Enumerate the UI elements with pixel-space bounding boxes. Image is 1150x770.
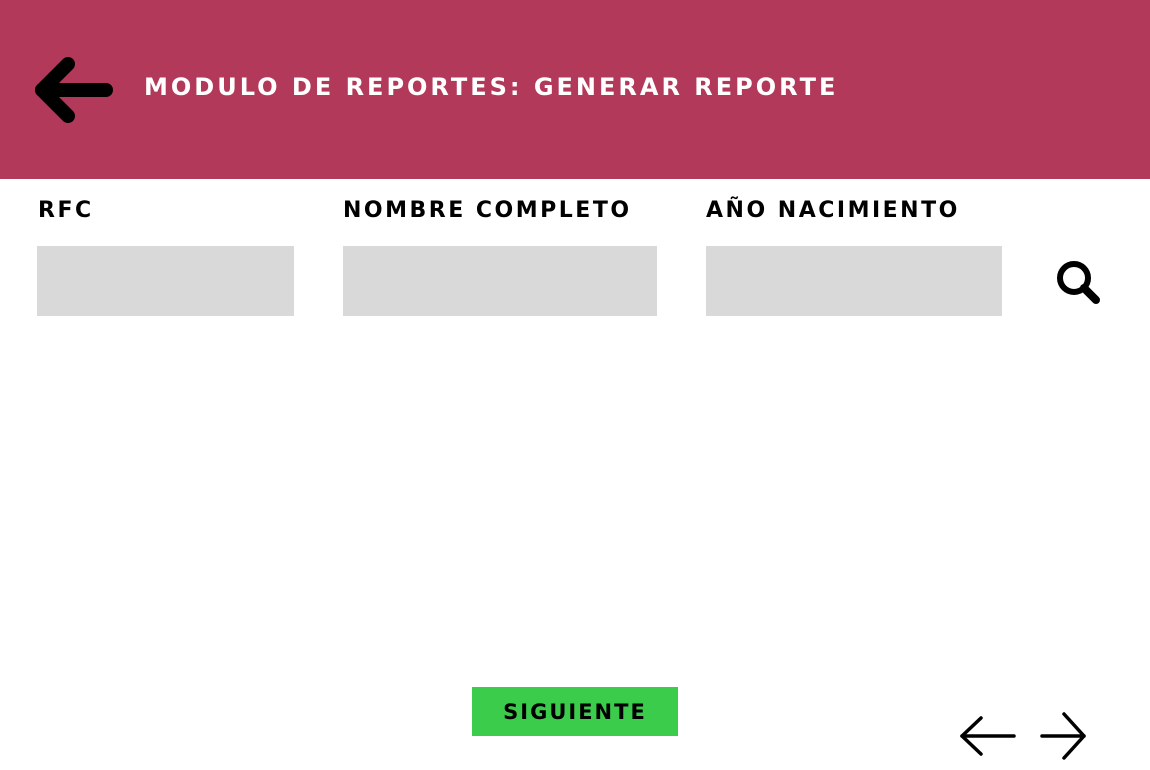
next-page-button[interactable] <box>1036 706 1092 766</box>
arrow-left-icon <box>960 716 1016 756</box>
arrow-left-icon <box>35 57 113 123</box>
previous-page-button[interactable] <box>956 710 1020 762</box>
back-button[interactable] <box>30 52 120 128</box>
page-title: MODULO DE REPORTES: GENERAR REPORTE <box>144 73 839 101</box>
ano-nacimiento-input[interactable] <box>706 246 1002 316</box>
search-icon <box>1057 261 1100 304</box>
nombre-completo-input[interactable] <box>343 246 657 316</box>
rfc-label: RFC <box>38 198 94 223</box>
siguiente-button[interactable]: SIGUIENTE <box>472 687 678 736</box>
arrow-right-icon <box>1040 712 1086 760</box>
ano-nacimiento-label: AÑO NACIMIENTO <box>706 198 960 223</box>
search-button[interactable] <box>1052 256 1106 310</box>
nombre-completo-label: NOMBRE COMPLETO <box>343 198 632 223</box>
rfc-input[interactable] <box>37 246 294 316</box>
header-bar: MODULO DE REPORTES: GENERAR REPORTE <box>0 0 1150 179</box>
report-generator-page: MODULO DE REPORTES: GENERAR REPORTE RFC … <box>0 0 1150 770</box>
